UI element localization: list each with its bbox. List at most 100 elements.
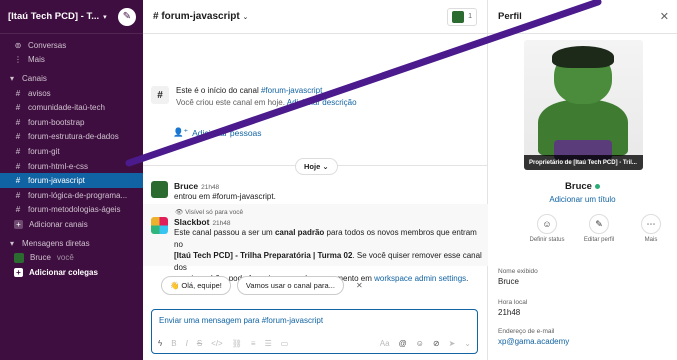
sidebar-channel[interactable]: # forum-html-e-css	[0, 159, 143, 174]
bullet-list-icon[interactable]: ☰	[265, 339, 272, 348]
message-input[interactable]	[152, 310, 477, 325]
close-icon[interactable]: ✕	[356, 281, 363, 290]
avatar[interactable]	[151, 181, 168, 198]
mention-icon[interactable]: @	[399, 339, 407, 348]
profile-photo[interactable]: Proprietário de [Itaú Tech PCD] - Tril..…	[524, 40, 643, 170]
sidebar-dm-bruce[interactable]: Bruce você	[0, 250, 143, 265]
sidebar-channel[interactable]: # comunidade-itaú-tech	[0, 100, 143, 115]
smile-icon: ☺	[537, 214, 557, 234]
online-status-icon	[594, 183, 600, 189]
add-colleagues-button[interactable]: + Adicionar colegas	[0, 265, 143, 280]
profile-field: Endereço de e-mail xp@gama.academy	[498, 328, 570, 346]
message-time[interactable]: 21h48	[201, 184, 219, 191]
email-link[interactable]: xp@gama.academy	[498, 337, 569, 346]
sidebar-channel[interactable]: # forum-metodologias-ágeis	[0, 203, 143, 218]
member-count-button[interactable]: 1	[447, 7, 477, 26]
message-time[interactable]: 21h48	[212, 220, 230, 227]
strikethrough-icon[interactable]: S	[197, 339, 202, 348]
sidebar-item-conversas[interactable]: ⊚ Conversas	[0, 38, 143, 53]
workspace-header[interactable]: [Itaú Tech PCD] - T... ▾ ✎	[0, 0, 143, 34]
add-title-link[interactable]: Adicionar um título	[488, 195, 677, 204]
hash-icon: #	[15, 190, 21, 200]
day-divider-button[interactable]: Hoje ⌄	[295, 158, 338, 175]
message-author[interactable]: Slackbot	[174, 217, 209, 227]
chevron-down-icon: ▾	[103, 13, 107, 21]
sidebar-item-mais[interactable]: ⋮ Mais	[0, 53, 143, 68]
profile-actions: ☺ Definir status ✎ Editar perfil ⋯ Mais	[526, 214, 672, 243]
suggestion-chip[interactable]: Vamos usar o canal para...	[236, 276, 344, 295]
profile-name: Bruce	[488, 181, 677, 192]
send-icon[interactable]: ➤	[449, 339, 456, 348]
hulk-hair-shape	[552, 46, 614, 68]
sidebar: [Itaú Tech PCD] - T... ▾ ✎ ⊚ Conversas ⋮…	[0, 0, 143, 360]
code-block-icon[interactable]: ▭	[281, 339, 289, 348]
more-button[interactable]: ⋯ Mais	[630, 214, 672, 243]
ordered-list-icon[interactable]: ≡	[251, 339, 256, 348]
suggestion-chips: 👋 Olá, equipe! Vamos usar o canal para..…	[161, 276, 363, 295]
slackbot-avatar[interactable]	[151, 217, 168, 234]
sidebar-channel[interactable]: # forum-bootstrap	[0, 115, 143, 130]
sidebar-channel[interactable]: # avisos	[0, 86, 143, 101]
pencil-icon: ✎	[589, 214, 609, 234]
ephemeral-note: 👁 Visível só para você	[175, 209, 244, 216]
avatar	[14, 252, 24, 263]
sidebar-channel[interactable]: # forum-lógica-de-programa...	[0, 188, 143, 203]
photo-caption: Proprietário de [Itaú Tech PCD] - Tril..…	[524, 155, 643, 170]
hash-icon: #	[15, 205, 21, 215]
hash-icon: #	[15, 146, 21, 156]
attach-icon[interactable]: ⊘	[433, 339, 440, 348]
channels-section-header[interactable]: ▾ Canais	[0, 71, 143, 86]
add-people-button[interactable]: 👤⁺ Adicionar pessoas	[173, 127, 262, 138]
italic-icon[interactable]: I	[186, 339, 188, 348]
more-icon: ⋮	[14, 55, 22, 65]
chevron-down-icon: ⌄	[242, 14, 249, 21]
plus-icon: +	[14, 267, 23, 277]
dm-section-header[interactable]: ▾ Mensagens diretas	[0, 236, 143, 251]
hash-icon: #	[15, 103, 21, 113]
threads-icon: ⊚	[14, 40, 22, 50]
sidebar-list: ⊚ Conversas ⋮ Mais ▾ Canais # avisos # com…	[0, 34, 143, 280]
channel-main: # forum-javascript ⌄ 1 # Este é o início…	[143, 0, 488, 360]
add-description-link[interactable]: Adicionar descrição	[287, 98, 357, 107]
eye-icon: 👁	[175, 209, 184, 216]
compose-icon[interactable]: ✎	[118, 7, 136, 26]
chevron-down-icon: ⌄	[322, 162, 329, 171]
more-icon: ⋯	[641, 214, 661, 234]
channel-header: # forum-javascript ⌄ 1	[143, 0, 487, 34]
caret-down-icon: ▾	[9, 73, 14, 83]
channel-title[interactable]: # forum-javascript ⌄	[153, 11, 248, 22]
sidebar-channel[interactable]: # forum-git	[0, 144, 143, 159]
profile-panel: Perfil ✕ Proprietário de [Itaú Tech PCD]…	[488, 0, 677, 360]
channel-link[interactable]: #forum-javascript	[261, 86, 322, 95]
suggestion-chip[interactable]: 👋 Olá, equipe!	[161, 276, 231, 295]
sidebar-channel-active[interactable]: # forum-javascript	[0, 173, 143, 188]
link-icon[interactable]: ⛓	[232, 339, 242, 348]
close-icon[interactable]: ✕	[660, 10, 669, 23]
profile-field: Hora local 21h48	[498, 299, 528, 317]
lightning-icon[interactable]: ϟ	[158, 339, 162, 348]
chevron-down-icon[interactable]: ⌄	[464, 339, 471, 348]
message-author[interactable]: Bruce	[174, 181, 198, 191]
message-item: Slackbot 21h48 Este canal passou a ser um…	[151, 217, 487, 285]
channel-intro: # Este é o início do canal #forum-javasc…	[151, 86, 357, 107]
set-status-button[interactable]: ☺ Definir status	[526, 214, 568, 243]
text-format-icon[interactable]: Aa	[380, 339, 390, 348]
emoji-icon[interactable]: ☺	[416, 339, 424, 348]
workspace-name[interactable]: [Itaú Tech PCD] - T... ▾	[8, 11, 107, 22]
caret-down-icon: ▾	[9, 238, 14, 248]
panel-title: Perfil	[498, 11, 522, 22]
hash-icon: #	[15, 88, 21, 98]
message-item: Bruce 21h48 entrou em #forum-javascript.	[151, 181, 276, 203]
sidebar-channel[interactable]: # forum-estrutura-de-dados	[0, 130, 143, 145]
edit-profile-button[interactable]: ✎ Editar perfil	[578, 214, 620, 243]
hash-icon: #	[151, 86, 169, 104]
code-icon[interactable]: </>	[211, 339, 223, 348]
hash-icon: #	[15, 132, 21, 142]
add-channels-button[interactable]: + Adicionar canais	[0, 217, 143, 232]
bold-icon[interactable]: B	[171, 339, 176, 348]
plus-icon: +	[14, 219, 23, 229]
workspace-admin-link[interactable]: workspace admin settings	[374, 274, 466, 283]
profile-field: Nome exibido Bruce	[498, 268, 538, 286]
panel-header: Perfil ✕	[488, 0, 677, 34]
hash-icon: #	[15, 117, 21, 127]
